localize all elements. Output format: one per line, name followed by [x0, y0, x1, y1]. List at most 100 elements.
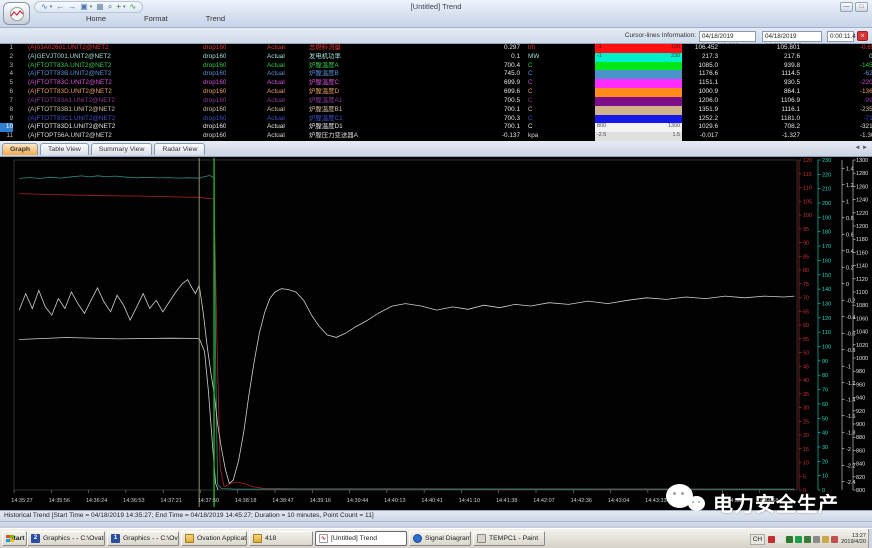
table-row[interactable]: 10✓(A)FTOTT83D1.UNIT2@NET2drop160Actual炉…	[0, 123, 872, 132]
fuel-flow-axis-label: 85	[803, 254, 809, 260]
taskbar-button-signal-diagram-viewe-[interactable]: Signal Diagram Viewe...	[409, 531, 471, 546]
generator-power-axis-label: 220	[822, 172, 831, 178]
generator-power-axis-label: 160	[822, 258, 831, 264]
taskbar-button-tempc1-paint[interactable]: TEMPC1 - Paint	[473, 531, 545, 546]
table-row[interactable]: 8(A)FTOTT83B1.UNIT2@NET2drop160Actual炉膛温…	[0, 106, 872, 115]
furnace-pressure-axis-label: 1.2	[846, 183, 854, 189]
table-row[interactable]: 4(A)FTOTT83B.UNIT2@NET2drop160Actual炉膛温度…	[0, 70, 872, 79]
signal-description: 炉膛温度A	[309, 62, 339, 71]
row-number[interactable]: 7	[0, 97, 13, 106]
tray-icon[interactable]	[795, 536, 802, 543]
watermark-text: 电力安全生产	[713, 488, 839, 517]
cursor-diff-value: -145.2	[806, 62, 872, 71]
cursor2-value: 939.8	[724, 62, 800, 71]
taskbar-button--untitled-trend[interactable]: ∿[Untitled] Trend	[315, 531, 407, 546]
fuel-flow-axis-label: 50	[803, 351, 809, 357]
table-row[interactable]: 7(A)FTOTT83A1.UNIT2@NET2drop160Actual炉膛温…	[0, 97, 872, 106]
menu-item-home[interactable]: Home	[86, 14, 106, 23]
fuel-flow-axis-label: 115	[803, 172, 812, 178]
tray-icon[interactable]	[822, 536, 829, 543]
cursor1-time-field[interactable]: 04/18/2019 14:37:48.900	[699, 31, 756, 42]
furnace-temperature-axis-label: 980	[856, 369, 865, 375]
current-value: 700.5	[430, 97, 520, 106]
fuel-flow-axis-label: 55	[803, 337, 809, 343]
furnace-temperature-axis-label: 840	[856, 462, 865, 468]
table-row[interactable]: 1✓(A)03A02601.UNIT2@NET2drop160Actual总燃料…	[0, 44, 872, 53]
show-desktop-button[interactable]	[868, 529, 872, 548]
scale-min: -1	[597, 53, 602, 60]
tray-icon[interactable]	[804, 536, 811, 543]
language-indicator[interactable]: CH	[750, 534, 765, 545]
table-row[interactable]: 5(A)FTOTT83C.UNIT2@NET2drop160Actual炉膛温度…	[0, 79, 872, 88]
taskbar-button-graphics-c-ovati-[interactable]: 1Graphics - - C:\Ovati...	[107, 531, 179, 546]
menu-item-trend[interactable]: Trend	[206, 14, 225, 23]
generator-power-axis-label: 180	[822, 230, 831, 236]
row-number[interactable]: 1	[0, 44, 13, 53]
fuel-flow-axis-label: 35	[803, 392, 809, 398]
fuel-flow-axis-label: 25	[803, 419, 809, 425]
drop-name: drop160	[203, 88, 226, 97]
tray-icon[interactable]	[777, 536, 784, 543]
row-number[interactable]: 10	[0, 123, 13, 132]
tab-table-view[interactable]: Table View	[40, 143, 89, 155]
furnace-temperature-axis-label: 1140	[856, 264, 868, 270]
taskbar-clock[interactable]: 13:272019/4/20	[841, 533, 866, 545]
tray-icon[interactable]	[813, 536, 820, 543]
furnace-temperature-axis-label: 920	[856, 409, 865, 415]
table-row[interactable]: 6(A)FTOTT83D.UNIT2@NET2drop160Actual炉膛温度…	[0, 88, 872, 97]
row-number[interactable]: 3	[0, 62, 13, 71]
row-number[interactable]: 6	[0, 88, 13, 97]
furnace-temperature-axis-label: 1120	[856, 277, 868, 283]
cursor2-value: 1106.9	[724, 97, 800, 106]
cursor2-value: -1.327	[724, 132, 800, 141]
minimize-button[interactable]: —	[840, 2, 853, 12]
furnace-temperature-axis-label: 860	[856, 448, 865, 454]
taskbar-button-418[interactable]: 418	[249, 531, 313, 546]
row-number[interactable]: 5	[0, 79, 13, 88]
cursor-info-close-icon[interactable]: ×	[857, 31, 868, 41]
generator-power-axis-label: 30	[822, 445, 828, 451]
status-label: Actual	[267, 132, 285, 141]
cursor-delta-field[interactable]: 0:00:11.4	[827, 31, 854, 42]
signal-description: 发电机功率	[309, 53, 341, 62]
signal-table: 1✓(A)03A02601.UNIT2@NET2drop160Actual总燃料…	[0, 44, 872, 141]
time-label: 14:37:50	[198, 498, 219, 504]
start-button[interactable]: Start	[2, 531, 27, 546]
row-number[interactable]: 8	[0, 106, 13, 115]
generator-power-axis-label: 40	[822, 431, 828, 437]
table-row[interactable]: 11✓(A)FTOPT56A.UNIT2@NET2drop160Actual炉膛…	[0, 132, 872, 141]
tab-summary-view[interactable]: Summary View	[91, 143, 153, 155]
taskbar-button-graphics-c-ovati-[interactable]: 2Graphics - - C:\Ovati...	[27, 531, 105, 546]
taskbar-button-ovation-applications[interactable]: Ovation Applications	[181, 531, 247, 546]
row-number[interactable]: 9	[0, 115, 13, 124]
tray-icon[interactable]	[786, 536, 793, 543]
table-row[interactable]: 2✓(A)GEVJT001.UNIT2@NET2drop160Actual发电机…	[0, 53, 872, 62]
fuel-flow-axis-label: 105	[803, 199, 812, 205]
cursor2-value: 708.2	[724, 123, 800, 132]
fuel-flow-axis-label: 70	[803, 296, 809, 302]
furnace-temperature-axis-label: 880	[856, 435, 865, 441]
cursor2-value: 1116.1	[724, 106, 800, 115]
restore-button[interactable]: □	[855, 2, 868, 12]
fuel-flow-axis-label: 45	[803, 364, 809, 370]
tab-radar-view[interactable]: Radar View	[154, 143, 205, 155]
trend-graph-area[interactable]: 0510152025303540455055606570758085909510…	[0, 157, 872, 510]
status-label: Actual	[267, 97, 285, 106]
row-number[interactable]: 11	[0, 132, 13, 141]
cursor2-time-field[interactable]: 04/18/2019 14:38:00.300	[762, 31, 822, 42]
tab-scroll-arrows[interactable]: ◄ ►	[854, 145, 868, 151]
row-number[interactable]: 4	[0, 70, 13, 79]
tray-icon[interactable]	[768, 536, 775, 543]
row-number[interactable]: 2	[0, 53, 13, 62]
trend-line-发电机功率	[19, 176, 794, 490]
tab-graph[interactable]: Graph	[2, 143, 38, 155]
window-bottom-border	[0, 521, 872, 528]
cursor-diff-value: -220.6	[806, 79, 872, 88]
current-value: 745.0	[430, 70, 520, 79]
menu-item-format[interactable]: Format	[144, 14, 168, 23]
status-label: Actual	[267, 123, 285, 132]
table-row[interactable]: 9(A)FTOTT83C1.UNIT2@NET2drop160Actual炉膛温…	[0, 115, 872, 124]
furnace-pressure-axis-label: -1.8	[846, 430, 855, 436]
tray-icon[interactable]	[831, 536, 838, 543]
table-row[interactable]: 3(A)FTOTT83A.UNIT2@NET2drop160Actual炉膛温度…	[0, 62, 872, 71]
